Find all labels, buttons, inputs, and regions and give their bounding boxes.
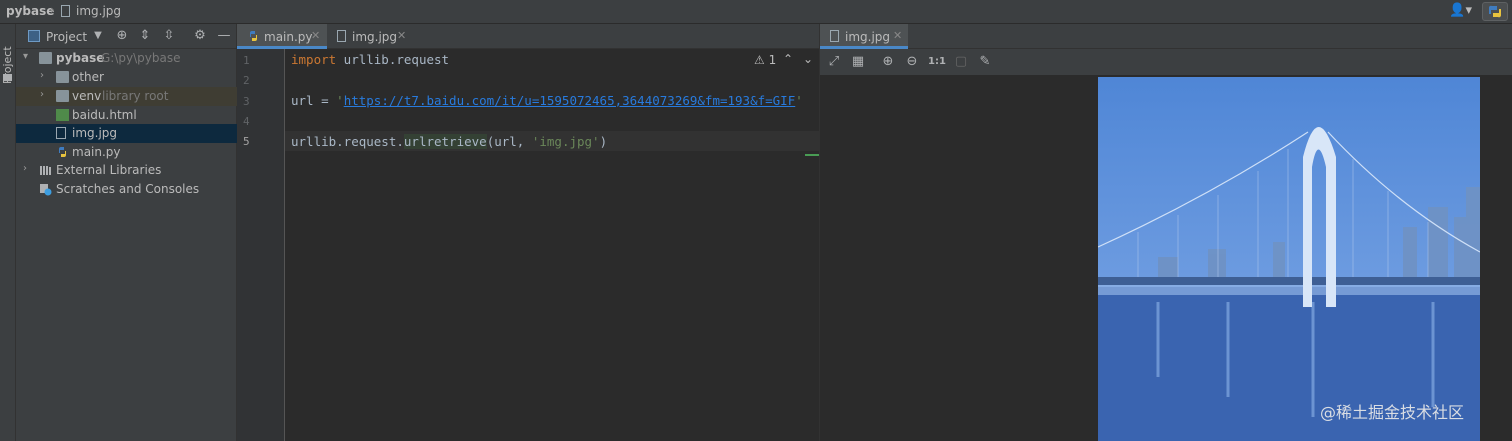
tab-main-py[interactable]: main.py ✕ [237, 24, 327, 49]
tree-item-img-jpg[interactable]: img.jpg [16, 124, 237, 143]
user-icon[interactable]: 👤▾ [1449, 3, 1472, 18]
tree-item-external-libraries[interactable]: › External Libraries [16, 161, 237, 180]
tree-item-hint: library root [102, 89, 169, 103]
tab-img-jpg-viewer[interactable]: img.jpg ✕ [820, 24, 908, 49]
project-view-icon [28, 30, 40, 42]
chevron-down-icon[interactable]: ▼ [90, 28, 106, 44]
tab-label: main.py [264, 30, 313, 44]
locate-icon[interactable]: ⊕ [114, 28, 130, 44]
line-number: 1 [243, 54, 250, 67]
image-tab-bar: img.jpg ✕ [820, 24, 1512, 49]
zoom-in-icon[interactable]: ⊕ [880, 54, 896, 70]
close-icon[interactable]: ✕ [397, 29, 406, 42]
python-console-button[interactable] [1482, 2, 1508, 21]
code-line-3: url = 'https://t7.baidu.com/it/u=1595072… [291, 93, 803, 108]
tree-item-venv[interactable]: › venv library root [16, 87, 237, 106]
tree-item-pybase[interactable]: ▾ pybase G:\py\pybase [16, 49, 237, 68]
color-picker-icon[interactable]: ✎ [977, 54, 993, 70]
python-file-icon [247, 30, 260, 45]
tree-item-label: Scratches and Consoles [56, 182, 200, 196]
zoom-fit-icon[interactable]: ⤢ [826, 54, 842, 70]
bridge-photo: @稀土掘金技术社区 [1098, 77, 1480, 441]
folder-icon [39, 52, 52, 64]
change-marker [805, 154, 819, 156]
code-line-5: urllib.request.urlretrieve(url, 'img.jpg… [291, 134, 608, 149]
tree-item-baidu-html[interactable]: baidu.html [16, 106, 237, 125]
tree-item-label: External Libraries [56, 163, 162, 177]
image-file-icon [61, 5, 70, 17]
image-toolbar: ⤢ ▦ ⊕ ⊖ 1:1 ▢ ✎ [820, 49, 1512, 75]
scratch-icon [39, 183, 52, 196]
expand-all-icon[interactable]: ⇕ [137, 28, 153, 44]
python-file-icon [56, 146, 69, 158]
warning-indicator[interactable]: ⚠ 1 [754, 53, 776, 67]
image-file-icon [830, 30, 839, 42]
breadcrumb-project[interactable]: pybase [6, 4, 54, 18]
previous-highlight-icon[interactable]: ⌃ [783, 52, 793, 66]
tab-img-jpg[interactable]: img.jpg ✕ [327, 24, 415, 49]
tree-item-label: other [72, 70, 104, 84]
gear-icon[interactable]: ⚙ [192, 28, 208, 44]
image-viewer: img.jpg ✕ ⤢ ▦ ⊕ ⊖ 1:1 ▢ ✎ @稀土掘金技术社区 [819, 24, 1512, 441]
navigation-bar: pybase › img.jpg 👤▾ [0, 0, 1512, 24]
html-file-icon [56, 109, 69, 121]
breadcrumb-file[interactable]: img.jpg [76, 4, 121, 18]
folder-icon [56, 71, 69, 83]
line-number-gutter: 1 2 3 4 5 [237, 49, 285, 441]
chevron-right-icon[interactable]: › [40, 89, 44, 100]
line-number: 4 [243, 115, 250, 128]
tree-item-label: baidu.html [72, 108, 137, 122]
zoom-out-icon[interactable]: ⊖ [904, 54, 920, 70]
project-view-selector[interactable]: Project [46, 30, 87, 44]
watermark-text: @稀土掘金技术社区 [1319, 403, 1464, 422]
actual-size-icon[interactable]: 1:1 [928, 54, 946, 70]
tree-item-label: venv [72, 89, 102, 103]
chevron-down-icon[interactable]: ▾ [23, 51, 28, 62]
tab-label: img.jpg [845, 30, 891, 44]
close-icon[interactable]: ✕ [893, 29, 902, 42]
tree-item-label: img.jpg [72, 126, 118, 140]
editor-tab-bar: main.py ✕ img.jpg ✕ [237, 24, 819, 49]
project-panel-header: Project ▼ ⊕ ⇕ ⇳ ⚙ — [16, 24, 237, 49]
code-line-1: import urllib.request [291, 52, 450, 67]
background-icon[interactable]: ▢ [953, 54, 969, 70]
folder-icon [3, 74, 12, 81]
image-file-icon [337, 30, 346, 42]
folder-icon [56, 90, 69, 102]
line-number: 2 [243, 74, 250, 87]
tree-item-scratches[interactable]: Scratches and Consoles [16, 180, 237, 199]
code-area[interactable]: import urllib.request url = 'https://t7.… [285, 49, 819, 441]
tab-label: img.jpg [352, 30, 398, 44]
line-number: 5 [243, 135, 250, 148]
tree-item-main-py[interactable]: main.py [16, 143, 237, 162]
line-number: 3 [243, 95, 250, 108]
tree-item-label: main.py [72, 145, 121, 159]
next-highlight-icon[interactable]: ⌄ [803, 52, 813, 66]
chevron-right-icon[interactable]: › [23, 163, 27, 174]
code-editor: main.py ✕ img.jpg ✕ 1 2 3 4 5 import url… [237, 24, 819, 441]
collapse-all-icon[interactable]: ⇳ [161, 28, 177, 44]
tree-item-other[interactable]: › other [16, 68, 237, 87]
tree-item-hint: G:\py\pybase [101, 51, 181, 65]
project-panel: Project ▼ ⊕ ⇕ ⇳ ⚙ — ▾ pybase G:\py\pybas… [16, 24, 237, 441]
tool-window-strip: Project [0, 24, 16, 441]
breadcrumb-separator: › [50, 3, 55, 17]
grid-icon[interactable]: ▦ [850, 54, 866, 70]
hide-icon[interactable]: — [216, 28, 232, 44]
library-icon [39, 164, 52, 176]
tree-item-label: pybase [56, 51, 105, 65]
chevron-right-icon[interactable]: › [40, 70, 44, 81]
image-file-icon [56, 127, 66, 139]
close-icon[interactable]: ✕ [311, 29, 320, 42]
url-link[interactable]: https://t7.baidu.com/it/u=1595072465,364… [344, 93, 796, 108]
